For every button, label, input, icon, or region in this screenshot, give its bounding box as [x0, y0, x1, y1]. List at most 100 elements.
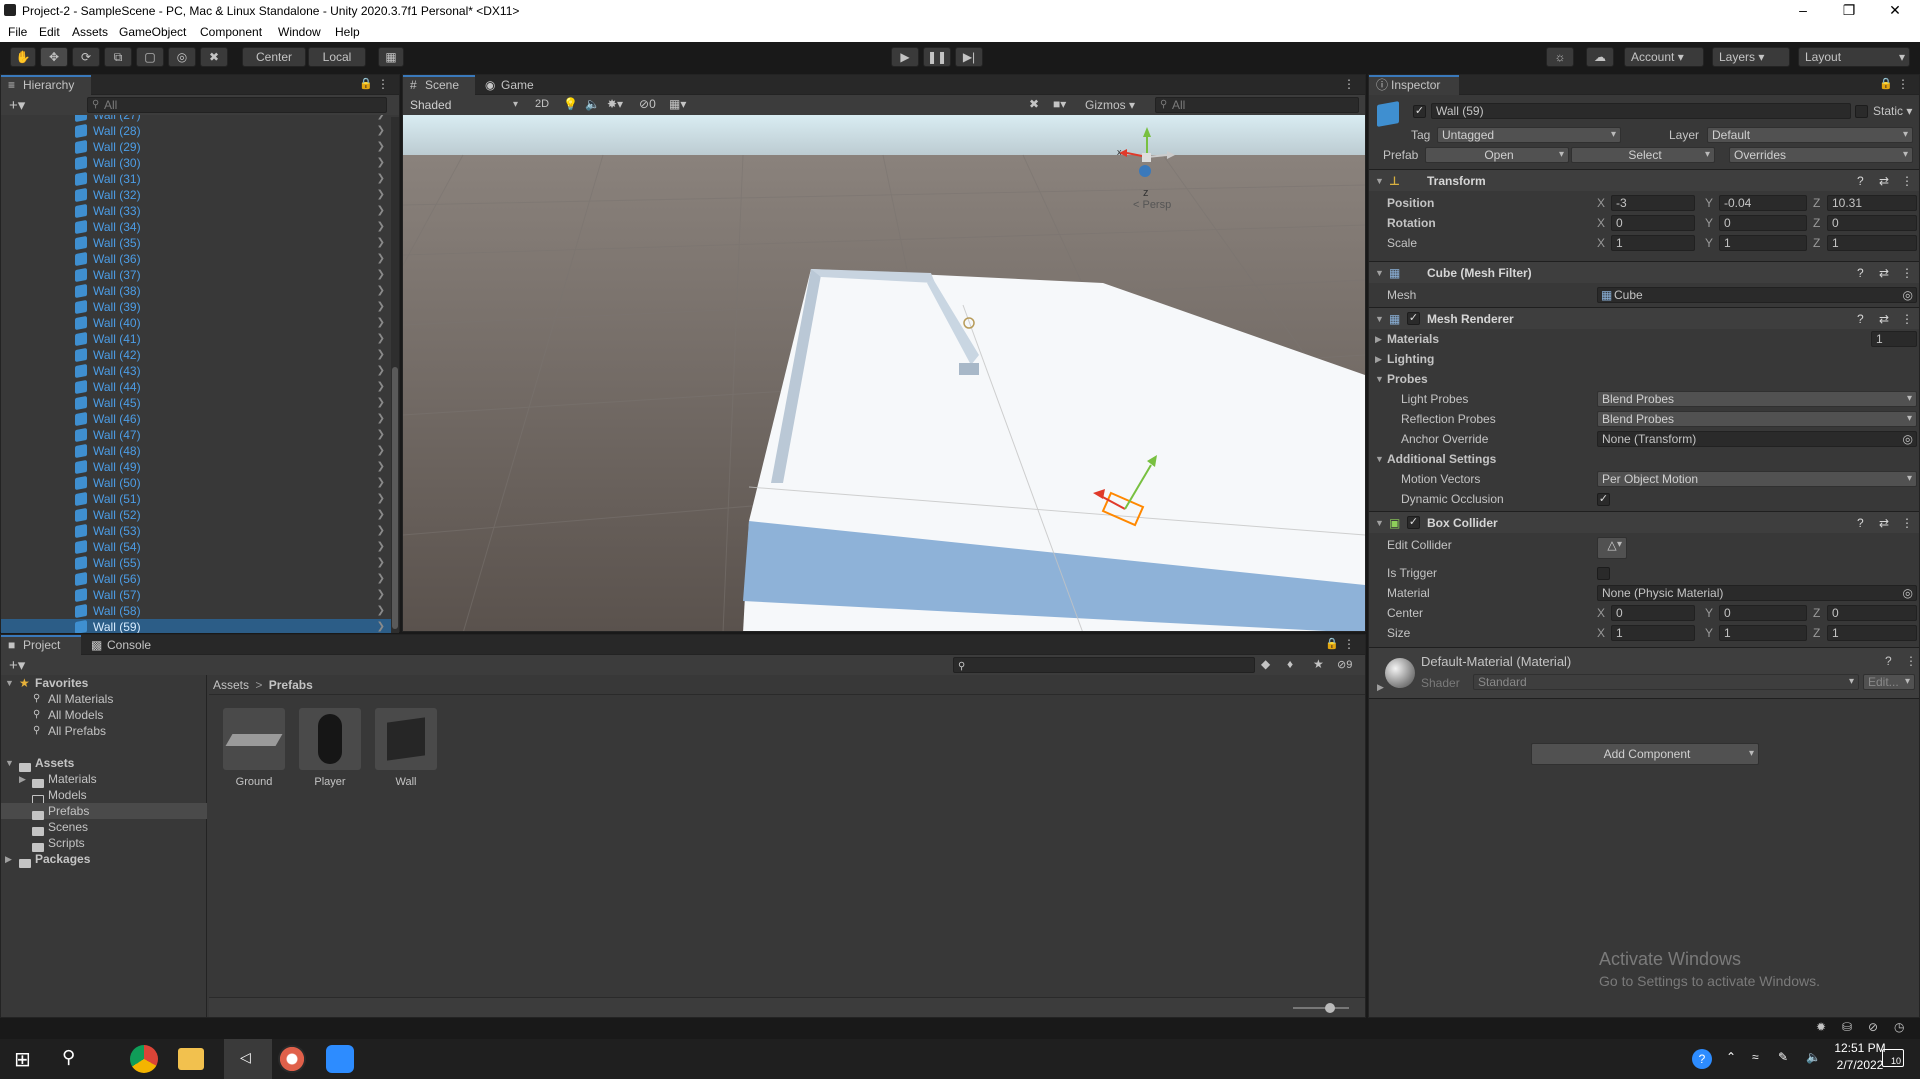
object-name-field[interactable]: Wall (59) [1431, 103, 1851, 119]
prefab-select-button[interactable]: Select [1571, 147, 1715, 163]
list-item[interactable]: Wall (47) ❯ [1, 427, 393, 443]
media-app-icon[interactable] [278, 1045, 306, 1073]
rotation-z-field[interactable]: 0 [1827, 215, 1917, 231]
custom-tool-icon[interactable]: ✖ [200, 47, 228, 67]
preset-icon[interactable]: ⇄ [1879, 512, 1889, 534]
list-item[interactable]: Wall (38) ❯ [1, 283, 393, 299]
folder-item-scenes[interactable]: Scenes [1, 819, 207, 836]
position-y-field[interactable]: -0.04 [1719, 195, 1807, 211]
scene-render[interactable] [403, 115, 1365, 632]
list-item[interactable]: Wall (32) ❯ [1, 187, 393, 203]
scale-y-field[interactable]: 1 [1719, 235, 1807, 251]
hierarchy-search-input[interactable]: ⚲ All [87, 97, 387, 113]
scrollbar-thumb[interactable] [392, 367, 398, 629]
help-icon[interactable]: ? [1857, 262, 1864, 284]
chevron-right-icon[interactable]: ❯ [377, 267, 385, 283]
orientation-gizmo[interactable]: z x < Persp [1117, 125, 1177, 215]
unity-taskbar-button[interactable]: ◁ [224, 1039, 272, 1079]
chevron-right-icon[interactable]: ❯ [377, 443, 385, 459]
move-tool-icon[interactable]: ✥ [40, 47, 68, 67]
chevron-right-icon[interactable]: ❯ [377, 523, 385, 539]
panel-menu-icon[interactable]: ⋮ [1897, 77, 1909, 91]
rect-tool-icon[interactable]: ▢ [136, 47, 164, 67]
volume-icon[interactable]: 🔈 [1806, 1050, 1821, 1064]
folder-item-models[interactable]: Models [1, 787, 207, 804]
asset-player[interactable]: Player [299, 708, 361, 788]
list-item[interactable]: Wall (36) ❯ [1, 251, 393, 267]
chevron-right-icon[interactable]: ❯ [377, 123, 385, 139]
reflection-probes-dropdown[interactable]: Blend Probes [1597, 411, 1917, 427]
box-collider-enabled-checkbox[interactable]: ✓ [1407, 516, 1420, 529]
favorites-header[interactable]: ▼ ★ Favorites [1, 675, 207, 691]
probes-row[interactable]: ▼ Probes [1369, 369, 1919, 389]
chevron-right-icon[interactable]: ❯ [377, 619, 385, 633]
list-item[interactable]: Wall (37) ❯ [1, 267, 393, 283]
tab-scene[interactable]: # Scene [403, 75, 475, 95]
mode-2d-toggle[interactable]: 2D [535, 98, 549, 110]
chevron-right-icon[interactable]: ❯ [377, 219, 385, 235]
collab-icon[interactable]: ☼ [1546, 47, 1574, 67]
assets-header[interactable]: ▼ Assets [1, 755, 207, 772]
shader-dropdown[interactable]: Standard [1473, 674, 1859, 690]
center-x-field[interactable]: 0 [1611, 605, 1695, 621]
materials-count-field[interactable]: 1 [1871, 331, 1917, 347]
list-item[interactable]: Wall (29) ❯ [1, 139, 393, 155]
chevron-right-icon[interactable]: ▶ [1375, 349, 1382, 369]
motion-vectors-dropdown[interactable]: Per Object Motion [1597, 471, 1917, 487]
list-item[interactable]: Wall (40) ❯ [1, 315, 393, 331]
menu-window[interactable]: Window [278, 25, 321, 39]
search-icon[interactable]: ⚲ [62, 1047, 75, 1068]
static-dropdown[interactable]: Static ▾ [1873, 104, 1912, 118]
close-button[interactable]: ✕ [1872, 0, 1918, 22]
tab-project[interactable]: ■ Project [1, 635, 81, 655]
layer-dropdown[interactable]: Default [1707, 127, 1913, 143]
chevron-right-icon[interactable]: ❯ [377, 283, 385, 299]
rotation-y-field[interactable]: 0 [1719, 215, 1807, 231]
file-explorer-icon[interactable] [178, 1048, 204, 1070]
grid-snap-icon[interactable]: ▦ [378, 47, 404, 67]
chevron-right-icon[interactable]: ❯ [377, 411, 385, 427]
chevron-right-icon[interactable]: ❯ [377, 187, 385, 203]
list-item[interactable]: Wall (49) ❯ [1, 459, 393, 475]
list-item[interactable]: Wall (44) ❯ [1, 379, 393, 395]
size-z-field[interactable]: 1 [1827, 625, 1917, 641]
hierarchy-scrollbar[interactable] [391, 117, 399, 633]
tools-icon[interactable]: ✖ [1029, 97, 1039, 111]
chevron-right-icon[interactable]: ❯ [377, 539, 385, 555]
zoom-icon[interactable] [326, 1045, 354, 1073]
chevron-right-icon[interactable]: ❯ [377, 603, 385, 619]
tab-console[interactable]: ▩ Console [85, 635, 165, 655]
effects-toggle-icon[interactable]: ✸▾ [607, 97, 623, 111]
menu-assets[interactable]: Assets [72, 25, 108, 39]
chevron-right-icon[interactable]: ❯ [377, 299, 385, 315]
position-x-field[interactable]: -3 [1611, 195, 1695, 211]
pause-button[interactable]: ❚❚ [923, 47, 951, 67]
pivot-local-toggle[interactable]: Local [308, 47, 366, 67]
lock-icon[interactable]: 🔒 [1879, 77, 1893, 90]
panel-menu-icon[interactable]: ⋮ [1343, 637, 1355, 651]
chevron-down-icon[interactable]: ▼ [1375, 308, 1384, 330]
materials-row[interactable]: ▶ Materials 1 [1369, 329, 1919, 349]
light-probes-dropdown[interactable]: Blend Probes [1597, 391, 1917, 407]
favorite-item[interactable]: ⚲ All Prefabs [1, 723, 207, 739]
chevron-right-icon[interactable]: ❯ [377, 315, 385, 331]
list-item[interactable]: Wall (53) ❯ [1, 523, 393, 539]
list-item[interactable]: Wall (58) ❯ [1, 603, 393, 619]
audio-toggle-icon[interactable]: 🔈 [585, 97, 600, 111]
component-menu-icon[interactable]: ⋮ [1901, 308, 1913, 330]
lock-icon[interactable]: 🔒 [359, 77, 373, 90]
progress-icon[interactable]: ◷ [1894, 1020, 1904, 1034]
chevron-down-icon[interactable]: ▼ [5, 755, 14, 771]
lighting-toggle-icon[interactable]: 💡 [563, 97, 578, 111]
list-item[interactable]: Wall (27)❯ [1, 115, 393, 123]
prefab-open-button[interactable]: Open [1425, 147, 1569, 163]
list-item[interactable]: Wall (48) ❯ [1, 443, 393, 459]
additional-settings-row[interactable]: ▼ Additional Settings [1369, 449, 1919, 469]
chevron-right-icon[interactable]: ❯ [377, 139, 385, 155]
mesh-renderer-enabled-checkbox[interactable]: ✓ [1407, 312, 1420, 325]
chevron-right-icon[interactable]: ❯ [377, 347, 385, 363]
help-icon[interactable]: ? [1885, 654, 1892, 668]
mesh-field[interactable]: ▦ Cube ◎ [1597, 287, 1917, 303]
lighting-row[interactable]: ▶ Lighting [1369, 349, 1919, 369]
chevron-right-icon[interactable]: ❯ [377, 379, 385, 395]
